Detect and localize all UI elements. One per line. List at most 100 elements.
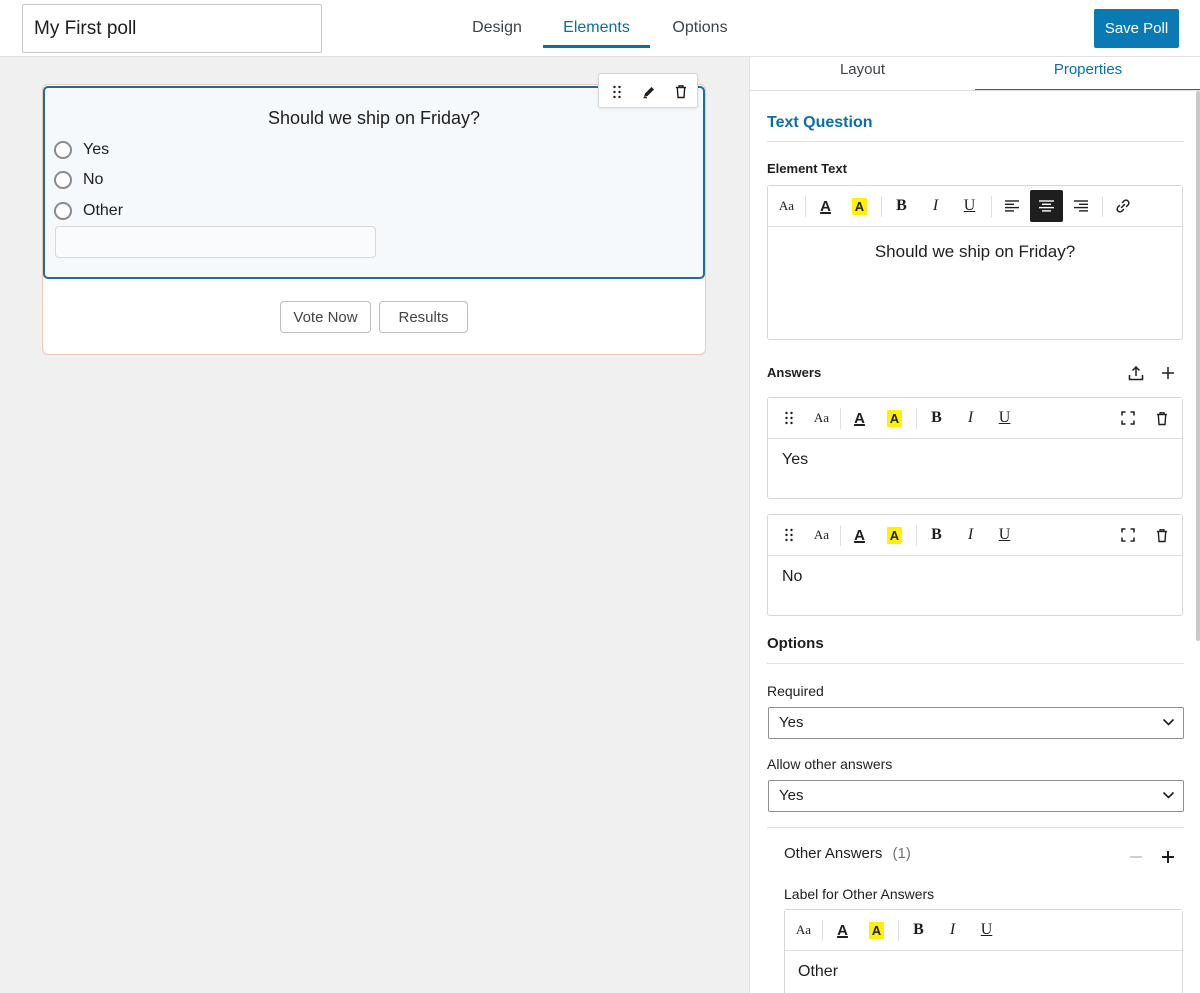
highlight-icon[interactable]: A — [878, 519, 911, 551]
font-size-icon[interactable]: Aa — [770, 190, 803, 222]
font-size-icon[interactable]: Aa — [805, 519, 838, 551]
poll-title-input[interactable] — [22, 4, 322, 53]
trash-icon[interactable] — [664, 74, 697, 109]
drag-handle-icon[interactable] — [772, 519, 805, 551]
top-bar: Design Elements Options Save Poll — [0, 0, 1200, 57]
bold-icon[interactable]: B — [902, 914, 935, 946]
answer-option[interactable]: Yes — [54, 139, 109, 161]
text-color-icon[interactable]: A — [843, 519, 876, 551]
vote-now-button[interactable]: Vote Now — [280, 301, 371, 333]
add-answer-icon[interactable] — [1156, 361, 1180, 385]
answer-text[interactable]: No — [782, 568, 1196, 586]
bold-icon[interactable]: B — [885, 190, 918, 222]
underline-icon[interactable]: U — [988, 402, 1021, 434]
underline-icon[interactable]: U — [953, 190, 986, 222]
tabs-divider — [750, 90, 1200, 91]
format-toolbar: Aa A A B I U — [768, 515, 1182, 556]
tab-options[interactable]: Options — [665, 0, 735, 48]
other-answers-title: Other Answers — [784, 845, 883, 862]
element-text-editor[interactable]: Aa A A B I U Should we ship on Friday? — [767, 185, 1183, 340]
highlight-icon[interactable]: A — [843, 190, 876, 222]
fullscreen-icon[interactable] — [1111, 519, 1144, 551]
allow-other-label: Allow other answers — [767, 756, 893, 772]
section-title: Text Question — [767, 114, 873, 131]
align-right-icon[interactable] — [1064, 190, 1097, 222]
divider — [767, 141, 1184, 142]
font-size-icon[interactable]: Aa — [787, 914, 820, 946]
radio-button[interactable] — [54, 171, 72, 189]
answers-label: Answers — [767, 365, 822, 380]
options-heading: Options — [767, 635, 824, 652]
required-label: Required — [767, 683, 824, 699]
add-other-answer-icon[interactable] — [1156, 845, 1180, 869]
allow-other-value: Yes — [779, 787, 804, 804]
divider — [767, 663, 1184, 664]
radio-button[interactable] — [54, 202, 72, 220]
block-toolbar — [598, 73, 698, 108]
edit-pencil-icon[interactable] — [632, 74, 665, 109]
text-color-icon[interactable]: A — [809, 190, 842, 222]
scrollbar[interactable] — [1196, 91, 1200, 641]
format-toolbar: Aa A A B I U — [768, 398, 1182, 439]
text-color-icon[interactable]: A — [843, 402, 876, 434]
allow-other-select[interactable]: Yes — [768, 780, 1184, 812]
required-select[interactable]: Yes — [768, 707, 1184, 739]
separator — [991, 196, 992, 217]
separator — [840, 408, 841, 429]
align-center-icon[interactable] — [1030, 190, 1063, 222]
drag-handle-icon[interactable] — [600, 74, 633, 109]
answer-label: Yes — [83, 141, 110, 158]
bold-icon[interactable]: B — [920, 519, 953, 551]
highlight-icon[interactable]: A — [860, 914, 893, 946]
element-text-label: Element Text — [767, 161, 847, 176]
font-size-icon[interactable]: Aa — [805, 402, 838, 434]
remove-icon[interactable] — [1124, 845, 1148, 869]
drag-handle-icon[interactable] — [772, 402, 805, 434]
other-answer-input[interactable] — [55, 226, 376, 258]
italic-icon[interactable]: I — [954, 519, 987, 551]
question-text: Should we ship on Friday? — [267, 108, 481, 128]
chevron-down-icon — [1162, 791, 1175, 799]
answer-option[interactable]: No — [54, 169, 103, 191]
underline-icon[interactable]: U — [970, 914, 1003, 946]
radio-button[interactable] — [54, 141, 72, 159]
settings-panel: Layout Properties Text Question Element … — [749, 57, 1200, 993]
upload-icon[interactable] — [1124, 361, 1148, 385]
tab-properties[interactable]: Properties — [975, 57, 1200, 91]
separator — [805, 196, 806, 217]
answer-text[interactable]: Yes — [782, 451, 1196, 469]
question-block[interactable]: Should we ship on Friday? Yes No Other — [43, 86, 705, 279]
answer-label: No — [83, 171, 104, 188]
save-poll-button[interactable]: Save Poll — [1094, 9, 1179, 48]
results-button[interactable]: Results — [379, 301, 468, 333]
italic-icon[interactable]: I — [936, 914, 969, 946]
answer-editor[interactable]: Aa A A B I U No — [767, 514, 1183, 616]
align-left-icon[interactable] — [996, 190, 1029, 222]
format-toolbar: Aa A A B I U — [768, 186, 1182, 227]
trash-icon[interactable] — [1145, 519, 1178, 551]
answer-label: Other — [83, 202, 124, 219]
text-color-icon[interactable]: A — [826, 914, 859, 946]
label-other-label: Label for Other Answers — [784, 886, 935, 902]
highlight-icon[interactable]: A — [878, 402, 911, 434]
link-icon[interactable] — [1106, 190, 1139, 222]
format-toolbar: Aa A A B I U — [785, 910, 1182, 951]
separator — [840, 525, 841, 546]
tab-elements[interactable]: Elements — [543, 0, 650, 48]
element-text-content[interactable]: Should we ship on Friday? — [768, 242, 1182, 262]
italic-icon[interactable]: I — [954, 402, 987, 434]
tab-design[interactable]: Design — [466, 0, 528, 48]
bold-icon[interactable]: B — [920, 402, 953, 434]
answer-editor[interactable]: Aa A A B I U Yes — [767, 397, 1183, 499]
answer-option[interactable]: Other — [54, 200, 123, 222]
divider — [767, 827, 1184, 828]
separator — [1102, 196, 1103, 217]
fullscreen-icon[interactable] — [1111, 402, 1144, 434]
trash-icon[interactable] — [1145, 402, 1178, 434]
underline-icon[interactable]: U — [988, 519, 1021, 551]
other-label-editor[interactable]: Aa A A B I U Other — [784, 909, 1183, 993]
other-label-text[interactable]: Other — [798, 963, 1195, 981]
italic-icon[interactable]: I — [919, 190, 952, 222]
separator — [898, 920, 899, 941]
tab-layout[interactable]: Layout — [750, 57, 975, 91]
